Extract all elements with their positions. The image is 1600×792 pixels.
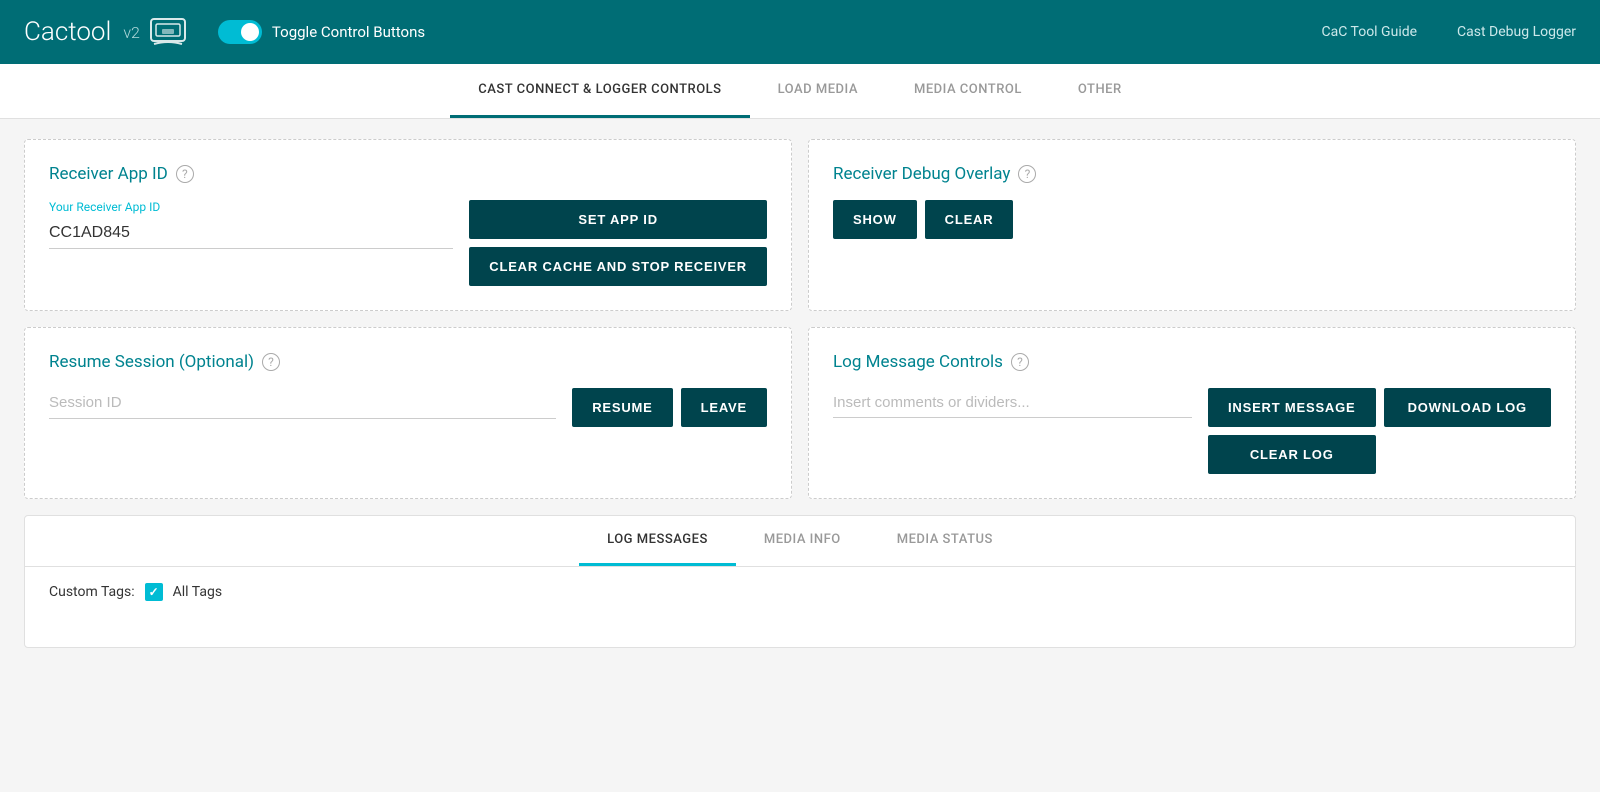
cards-grid: Receiver App ID ? Your Receiver App ID S… (24, 139, 1576, 499)
toggle-label: Toggle Control Buttons (272, 23, 425, 41)
receiver-app-id-body: Your Receiver App ID SET APP ID CLEAR CA… (49, 200, 767, 286)
receiver-app-id-help-icon[interactable]: ? (176, 165, 194, 183)
clear-log-button[interactable]: CLEAR LOG (1208, 435, 1376, 474)
tab-load-media[interactable]: LOAD MEDIA (750, 64, 886, 118)
receiver-app-id-input-group: Your Receiver App ID (49, 200, 453, 249)
set-app-id-button[interactable]: SET APP ID (469, 200, 767, 239)
toggle-control-buttons[interactable]: Toggle Control Buttons (218, 20, 425, 44)
overlay-buttons: SHOW CLEAR (833, 200, 1551, 239)
tab-media-status[interactable]: MEDIA STATUS (869, 516, 1021, 566)
show-overlay-button[interactable]: SHOW (833, 200, 917, 239)
log-message-input[interactable] (833, 388, 1192, 418)
resume-session-body: RESUME LEAVE (49, 388, 767, 427)
main-tabs-bar: CAST CONNECT & LOGGER CONTROLS LOAD MEDI… (0, 64, 1600, 119)
bottom-tabs-bar: LOG MESSAGES MEDIA INFO MEDIA STATUS (25, 516, 1575, 567)
receiver-app-id-input[interactable] (49, 218, 453, 249)
cast-debug-logger-link[interactable]: Cast Debug Logger (1457, 24, 1576, 40)
session-id-input[interactable] (49, 388, 556, 419)
main-content: Receiver App ID ? Your Receiver App ID S… (0, 119, 1600, 668)
download-log-button[interactable]: DOWNLOAD LOG (1384, 388, 1552, 427)
custom-tags-row: Custom Tags: All Tags (49, 583, 1551, 601)
receiver-app-id-input-label: Your Receiver App ID (49, 200, 453, 214)
tab-media-info[interactable]: MEDIA INFO (736, 516, 869, 566)
receiver-debug-overlay-card: Receiver Debug Overlay ? SHOW CLEAR (808, 139, 1576, 311)
receiver-debug-overlay-title: Receiver Debug Overlay ? (833, 164, 1551, 184)
log-buttons-grid: INSERT MESSAGE DOWNLOAD LOG CLEAR LOG (1208, 388, 1551, 474)
all-tags-checkbox[interactable] (145, 583, 163, 601)
app-logo: Cactool v2 (24, 17, 186, 47)
insert-message-button[interactable]: INSERT MESSAGE (1208, 388, 1376, 427)
clear-overlay-button[interactable]: CLEAR (925, 200, 1014, 239)
logo-text: Cactool (24, 17, 111, 47)
header-nav: CaC Tool Guide Cast Debug Logger (1322, 24, 1577, 40)
resume-session-help-icon[interactable]: ? (262, 353, 280, 371)
session-id-input-group (49, 388, 556, 419)
log-message-controls-card: Log Message Controls ? INSERT MESSAGE DO… (808, 327, 1576, 499)
resume-button[interactable]: RESUME (572, 388, 672, 427)
resume-session-card: Resume Session (Optional) ? RESUME LEAVE (24, 327, 792, 499)
logo-version: v2 (123, 23, 140, 42)
all-tags-label: All Tags (173, 584, 222, 600)
receiver-app-id-card: Receiver App ID ? Your Receiver App ID S… (24, 139, 792, 311)
receiver-debug-help-icon[interactable]: ? (1018, 165, 1036, 183)
receiver-app-id-buttons: SET APP ID CLEAR CACHE AND STOP RECEIVER (469, 200, 767, 286)
clear-cache-stop-receiver-button[interactable]: CLEAR CACHE AND STOP RECEIVER (469, 247, 767, 286)
leave-button[interactable]: LEAVE (681, 388, 767, 427)
cac-tool-guide-link[interactable]: CaC Tool Guide (1322, 24, 1418, 40)
receiver-app-id-title: Receiver App ID ? (49, 164, 767, 184)
app-header: Cactool v2 Toggle Control Buttons CaC To… (0, 0, 1600, 64)
log-message-help-icon[interactable]: ? (1011, 353, 1029, 371)
tab-other[interactable]: OTHER (1050, 64, 1150, 118)
log-message-controls-title: Log Message Controls ? (833, 352, 1551, 372)
tab-cast-connect[interactable]: CAST CONNECT & LOGGER CONTROLS (450, 64, 749, 118)
log-controls-body: INSERT MESSAGE DOWNLOAD LOG CLEAR LOG (833, 388, 1551, 474)
cast-icon (150, 18, 186, 46)
tab-log-messages[interactable]: LOG MESSAGES (579, 516, 736, 566)
custom-tags-label: Custom Tags: (49, 584, 135, 600)
bottom-section: LOG MESSAGES MEDIA INFO MEDIA STATUS Cus… (24, 515, 1576, 648)
resume-session-title: Resume Session (Optional) ? (49, 352, 767, 372)
toggle-switch[interactable] (218, 20, 262, 44)
tab-media-control[interactable]: MEDIA CONTROL (886, 64, 1050, 118)
bottom-content: Custom Tags: All Tags (25, 567, 1575, 647)
resume-session-buttons: RESUME LEAVE (572, 388, 767, 427)
